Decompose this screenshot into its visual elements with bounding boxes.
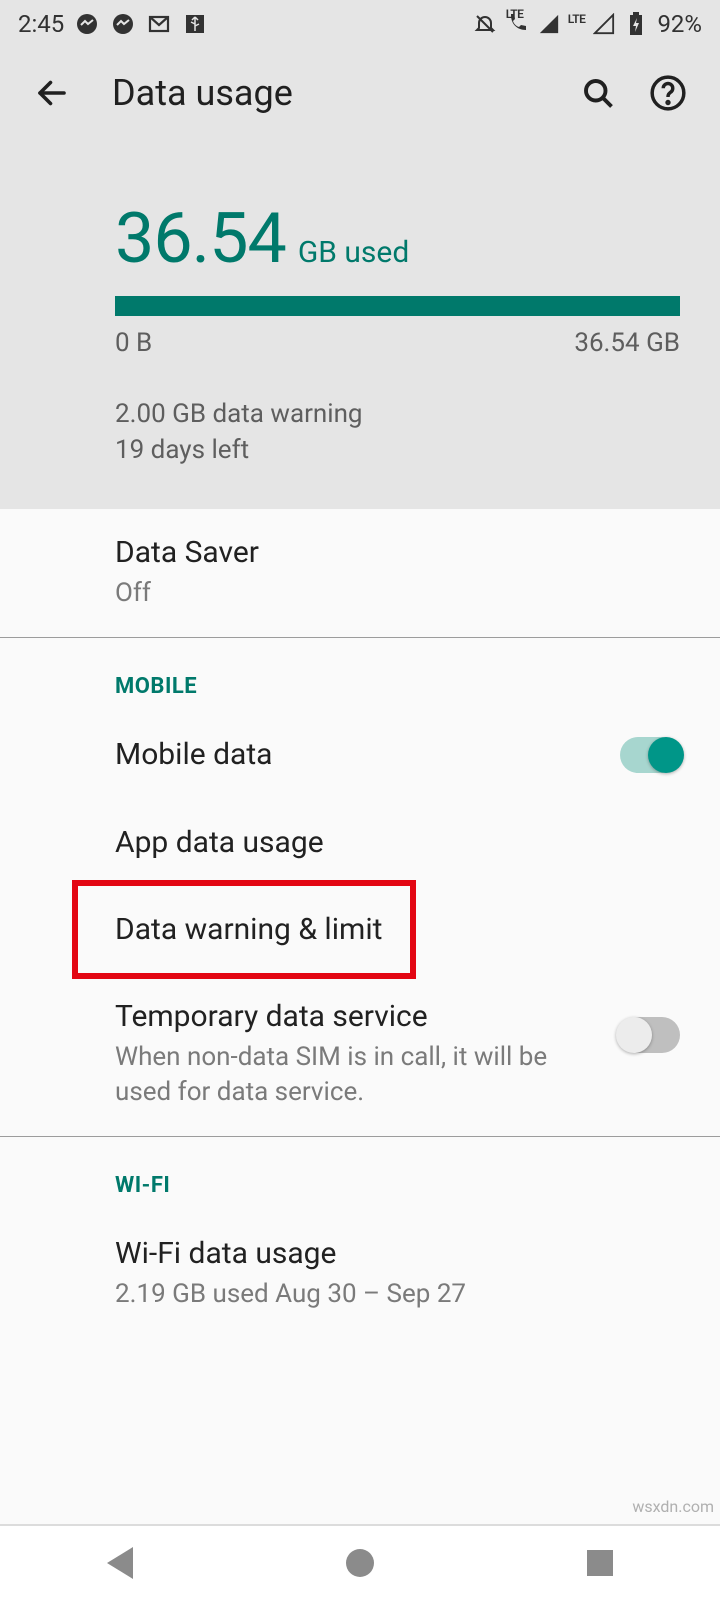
nav-home-button[interactable]: [336, 1539, 384, 1587]
usage-suffix: GB used: [298, 235, 409, 270]
mobile-section-label: MOBILE: [0, 638, 720, 711]
header-region: Data usage 36.54 GB used 0 B 36.54 GB: [0, 48, 720, 509]
app-bar: Data usage: [0, 48, 720, 138]
wifi-data-usage-title: Wi-Fi data usage: [115, 1236, 680, 1271]
nav-back-button[interactable]: [96, 1539, 144, 1587]
data-saver-row[interactable]: Data Saver Off: [0, 509, 720, 637]
volte-call-icon: LTE: [504, 11, 530, 37]
data-saver-status: Off: [115, 576, 575, 611]
usage-summary: 36.54 GB used 0 B 36.54 GB 2.00 GB data …: [0, 138, 720, 469]
square-recents-icon: [587, 1550, 613, 1576]
usage-min-label: 0 B: [115, 328, 152, 358]
usage-warning: 2.00 GB data warning: [115, 396, 680, 432]
lte-label-2: LTE: [568, 12, 586, 26]
nav-recents-button[interactable]: [576, 1539, 624, 1587]
wifi-section-label: WI-FI: [0, 1137, 720, 1210]
usage-max-label: 36.54 GB: [574, 328, 680, 358]
status-bar: 2:45 LTE LTE: [0, 0, 720, 48]
wifi-data-usage-subtitle: 2.19 GB used Aug 30 – Sep 27: [115, 1277, 575, 1312]
app-data-usage-row[interactable]: App data usage: [0, 799, 720, 886]
triangle-back-icon: [107, 1547, 133, 1579]
mobile-data-title: Mobile data: [115, 737, 620, 772]
search-button[interactable]: [574, 69, 622, 117]
messenger-icon: [74, 11, 100, 37]
help-button[interactable]: [644, 69, 692, 117]
mobile-data-row[interactable]: Mobile data: [0, 711, 720, 799]
back-button[interactable]: [28, 69, 76, 117]
battery-icon: [623, 11, 649, 37]
usage-bar: [115, 296, 680, 316]
page-title: Data usage: [112, 72, 574, 114]
usage-amount: 36.54: [115, 198, 286, 280]
app-data-usage-title: App data usage: [115, 825, 680, 860]
mobile-data-toggle[interactable]: [620, 737, 680, 773]
temp-data-service-title: Temporary data service: [115, 999, 620, 1034]
circle-home-icon: [346, 1549, 374, 1577]
status-time: 2:45: [18, 10, 64, 38]
wifi-data-usage-row[interactable]: Wi-Fi data usage 2.19 GB used Aug 30 – S…: [0, 1210, 720, 1338]
data-warning-limit-title: Data warning & limit: [115, 912, 680, 947]
dnd-icon: [472, 11, 498, 37]
usage-days-left: 19 days left: [115, 432, 680, 468]
signal-icon-1: [536, 11, 562, 37]
temp-data-service-toggle[interactable]: [620, 1017, 680, 1053]
messenger-icon-2: [110, 11, 136, 37]
temporary-data-service-row[interactable]: Temporary data service When non-data SIM…: [0, 973, 720, 1136]
signal-icon-2: [591, 11, 617, 37]
temp-data-service-subtitle: When non-data SIM is in call, it will be…: [115, 1040, 575, 1110]
navigation-bar: [0, 1524, 720, 1600]
usb-icon: [182, 11, 208, 37]
data-saver-title: Data Saver: [115, 535, 680, 570]
gmail-icon: [146, 11, 172, 37]
watermark: wsxdn.com: [632, 1497, 714, 1516]
data-warning-limit-row[interactable]: Data warning & limit: [0, 886, 720, 973]
battery-percent: 92%: [657, 10, 702, 38]
